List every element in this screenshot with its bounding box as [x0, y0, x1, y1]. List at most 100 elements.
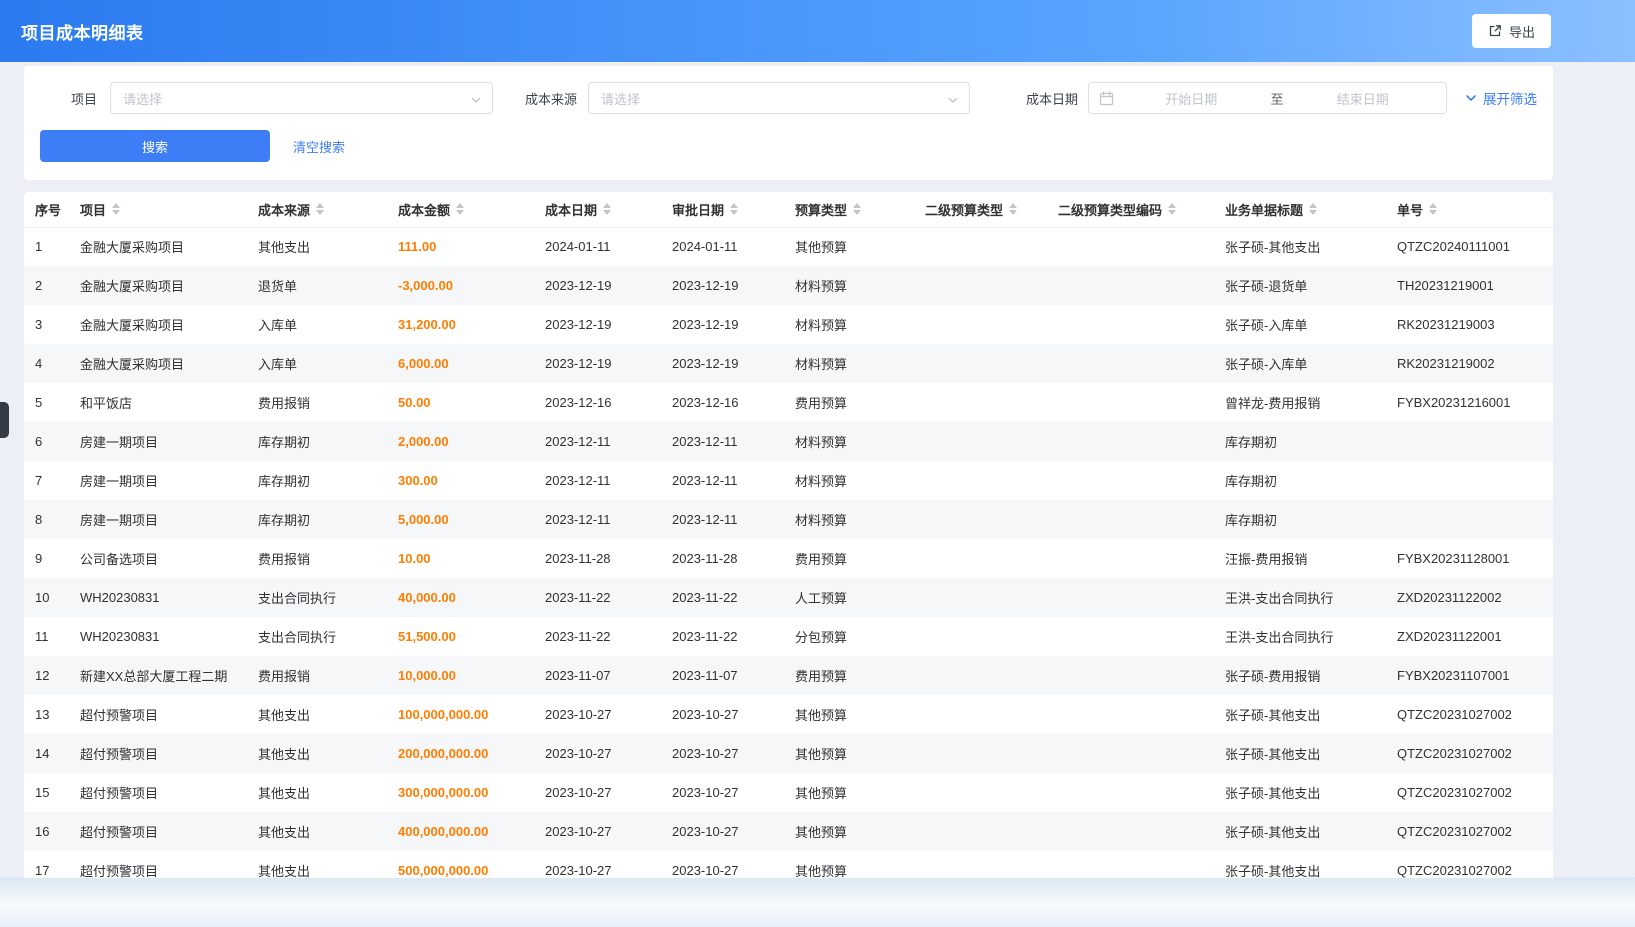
column-header[interactable]: 审批日期 [662, 192, 785, 227]
table-cell: 其他支出 [248, 695, 388, 734]
expand-filters-link[interactable]: 展开筛选 [1464, 88, 1537, 108]
sort-icon[interactable] [730, 203, 738, 215]
end-date-input[interactable]: 结束日期 [1290, 89, 1437, 108]
table-cell: 10 [24, 578, 70, 617]
table-cell: 2023-11-22 [662, 578, 785, 617]
table-cell: 超付预警项目 [70, 851, 248, 878]
sort-icon[interactable] [1429, 203, 1437, 215]
column-header[interactable]: 项目 [70, 192, 248, 227]
table-row[interactable]: 8房建一期项目库存期初5,000.002023-12-112023-12-11材… [24, 500, 1553, 539]
table-cell: 40,000.00 [388, 578, 535, 617]
table-cell: 材料预算 [785, 344, 915, 383]
table-cell: FYBX20231107001 [1387, 656, 1553, 695]
table-cell [915, 617, 1048, 656]
column-header[interactable]: 二级预算类型 [915, 192, 1048, 227]
export-button[interactable]: 导出 [1472, 14, 1551, 48]
table-row[interactable]: 10WH20230831支出合同执行40,000.002023-11-22202… [24, 578, 1553, 617]
table-cell: 111.00 [388, 227, 535, 266]
table-cell [915, 461, 1048, 500]
table-cell: 材料预算 [785, 500, 915, 539]
table-cell: 2023-11-22 [535, 578, 662, 617]
sort-icon[interactable] [316, 203, 324, 215]
table-cell [915, 383, 1048, 422]
column-header[interactable]: 成本金额 [388, 192, 535, 227]
sort-icon[interactable] [456, 203, 464, 215]
search-button[interactable]: 搜索 [40, 130, 270, 162]
table-cell: QTZC20231027002 [1387, 812, 1553, 851]
table-cell: 材料预算 [785, 266, 915, 305]
column-header: 序号 [24, 192, 70, 227]
table-row[interactable]: 9公司备选项目费用报销10.002023-11-282023-11-28费用预算… [24, 539, 1553, 578]
sort-icon[interactable] [853, 203, 861, 215]
table-cell: 6 [24, 422, 70, 461]
table-cell: 人工预算 [785, 578, 915, 617]
column-header[interactable]: 预算类型 [785, 192, 915, 227]
table-cell: WH20230831 [70, 578, 248, 617]
table-cell: 14 [24, 734, 70, 773]
table-cell: 张子硕-其他支出 [1215, 812, 1387, 851]
table-cell: 5,000.00 [388, 500, 535, 539]
table-cell: QTZC20231027002 [1387, 695, 1553, 734]
column-header[interactable]: 成本日期 [535, 192, 662, 227]
table-cell: 2023-12-19 [535, 305, 662, 344]
table-cell: 2023-12-19 [535, 344, 662, 383]
table-row[interactable]: 4金融大厦采购项目入库单6,000.002023-12-192023-12-19… [24, 344, 1553, 383]
table-row[interactable]: 6房建一期项目库存期初2,000.002023-12-112023-12-11材… [24, 422, 1553, 461]
table-cell: 10,000.00 [388, 656, 535, 695]
table-row[interactable]: 16超付预警项目其他支出400,000,000.002023-10-272023… [24, 812, 1553, 851]
table-row[interactable]: 5和平饭店费用报销50.002023-12-162023-12-16费用预算曾祥… [24, 383, 1553, 422]
column-header[interactable]: 成本来源 [248, 192, 388, 227]
table-row[interactable]: 7房建一期项目库存期初300.002023-12-112023-12-11材料预… [24, 461, 1553, 500]
table-cell: 张子硕-其他支出 [1215, 851, 1387, 878]
column-header[interactable]: 二级预算类型编码 [1048, 192, 1215, 227]
column-header[interactable]: 单号 [1387, 192, 1553, 227]
table-cell: ZXD20231122001 [1387, 617, 1553, 656]
sort-icon[interactable] [1168, 203, 1176, 215]
main-content: 项目 请选择 成本来源 请选择 成本日期 [24, 66, 1553, 878]
cost-source-select[interactable]: 请选择 [588, 82, 970, 114]
table-cell: 材料预算 [785, 461, 915, 500]
table-row[interactable]: 12新建XX总部大厦工程二期费用报销10,000.002023-11-07202… [24, 656, 1553, 695]
export-icon [1488, 24, 1502, 38]
column-header-label: 成本来源 [258, 200, 310, 219]
table-cell: 金融大厦采购项目 [70, 227, 248, 266]
table-cell: 库存期初 [248, 422, 388, 461]
chevron-down-icon [947, 93, 959, 111]
table-cell: 张子硕-其他支出 [1215, 227, 1387, 266]
clear-search-link[interactable]: 清空搜索 [293, 137, 345, 156]
project-filter-label: 项目 [40, 89, 97, 108]
table-cell: 2024-01-11 [662, 227, 785, 266]
column-header-label: 二级预算类型编码 [1058, 200, 1162, 219]
table-row[interactable]: 11WH20230831支出合同执行51,500.002023-11-22202… [24, 617, 1553, 656]
table-cell: 张子硕-费用报销 [1215, 656, 1387, 695]
sort-icon[interactable] [1009, 203, 1017, 215]
sort-icon[interactable] [1309, 203, 1317, 215]
table-cell: 9 [24, 539, 70, 578]
table-row[interactable]: 17超付预警项目其他支出500,000,000.002023-10-272023… [24, 851, 1553, 878]
table-cell: 2023-12-19 [662, 305, 785, 344]
table-cell: 入库单 [248, 305, 388, 344]
sort-icon[interactable] [112, 203, 120, 215]
table-row[interactable]: 1金融大厦采购项目其他支出111.002024-01-112024-01-11其… [24, 227, 1553, 266]
filter-actions: 搜索 清空搜索 [40, 130, 1537, 162]
table-row[interactable]: 14超付预警项目其他支出200,000,000.002023-10-272023… [24, 734, 1553, 773]
table-cell: 库存期初 [1215, 461, 1387, 500]
start-date-input[interactable]: 开始日期 [1118, 89, 1265, 108]
column-header[interactable]: 业务单据标题 [1215, 192, 1387, 227]
table-row[interactable]: 3金融大厦采购项目入库单31,200.002023-12-192023-12-1… [24, 305, 1553, 344]
table-cell: 2023-11-28 [662, 539, 785, 578]
table-cell: 其他支出 [248, 227, 388, 266]
table-cell: 3 [24, 305, 70, 344]
table-row[interactable]: 13超付预警项目其他支出100,000,000.002023-10-272023… [24, 695, 1553, 734]
expand-filters-label: 展开筛选 [1483, 88, 1537, 108]
cost-date-range-picker[interactable]: 开始日期 至 结束日期 [1088, 82, 1447, 114]
table-cell [1048, 500, 1215, 539]
project-select[interactable]: 请选择 [110, 82, 493, 114]
table-cell: 2023-12-19 [535, 266, 662, 305]
table-row[interactable]: 2金融大厦采购项目退货单-3,000.002023-12-192023-12-1… [24, 266, 1553, 305]
table-cell: 费用报销 [248, 383, 388, 422]
table-row[interactable]: 15超付预警项目其他支出300,000,000.002023-10-272023… [24, 773, 1553, 812]
drawer-handle[interactable] [0, 402, 9, 438]
table-cell: 2023-12-19 [662, 344, 785, 383]
sort-icon[interactable] [603, 203, 611, 215]
